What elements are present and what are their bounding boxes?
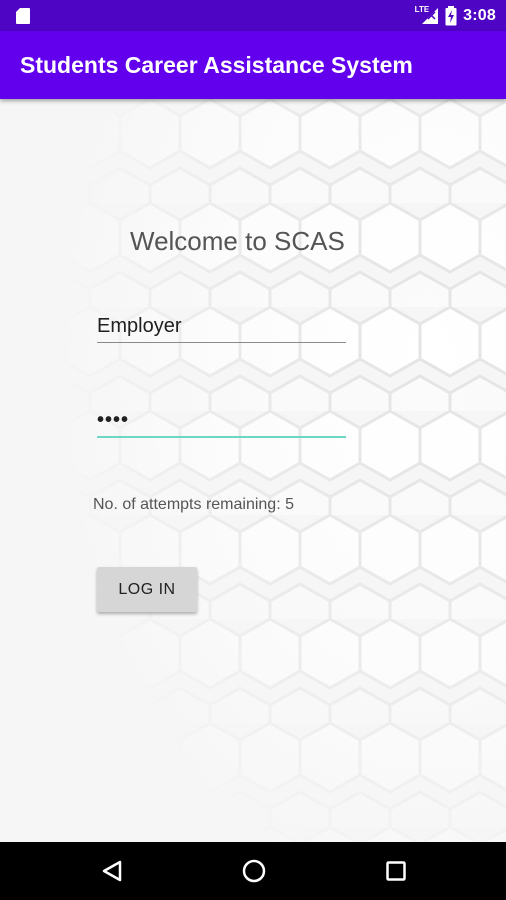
- username-underline: [97, 342, 346, 343]
- clock: 3:08: [463, 6, 496, 24]
- status-icons: LTE 3:08: [415, 0, 496, 31]
- login-button[interactable]: LOG IN: [97, 567, 197, 612]
- login-screen: Welcome to SCAS No. of attempts remainin…: [0, 99, 506, 842]
- username-field-wrapper: [97, 315, 346, 343]
- app-title: Students Career Assistance System: [20, 52, 413, 78]
- welcome-heading: Welcome to SCAS: [130, 226, 345, 256]
- password-underline: [97, 436, 346, 438]
- username-input[interactable]: [97, 315, 346, 342]
- home-icon[interactable]: [239, 856, 269, 886]
- hexagon-background: [0, 99, 506, 842]
- password-field-wrapper: [97, 409, 346, 438]
- app-bar: Students Career Assistance System: [0, 31, 506, 99]
- back-icon[interactable]: [98, 856, 128, 886]
- recents-icon[interactable]: [381, 856, 411, 886]
- navigation-bar: [0, 842, 506, 900]
- signal-icon: [422, 7, 439, 24]
- attempts-remaining-text: No. of attempts remaining: 5: [93, 496, 294, 513]
- battery-icon: [445, 5, 457, 25]
- sd-card-icon: [16, 8, 30, 24]
- password-input[interactable]: [97, 409, 346, 436]
- status-bar: LTE 3:08: [0, 0, 506, 31]
